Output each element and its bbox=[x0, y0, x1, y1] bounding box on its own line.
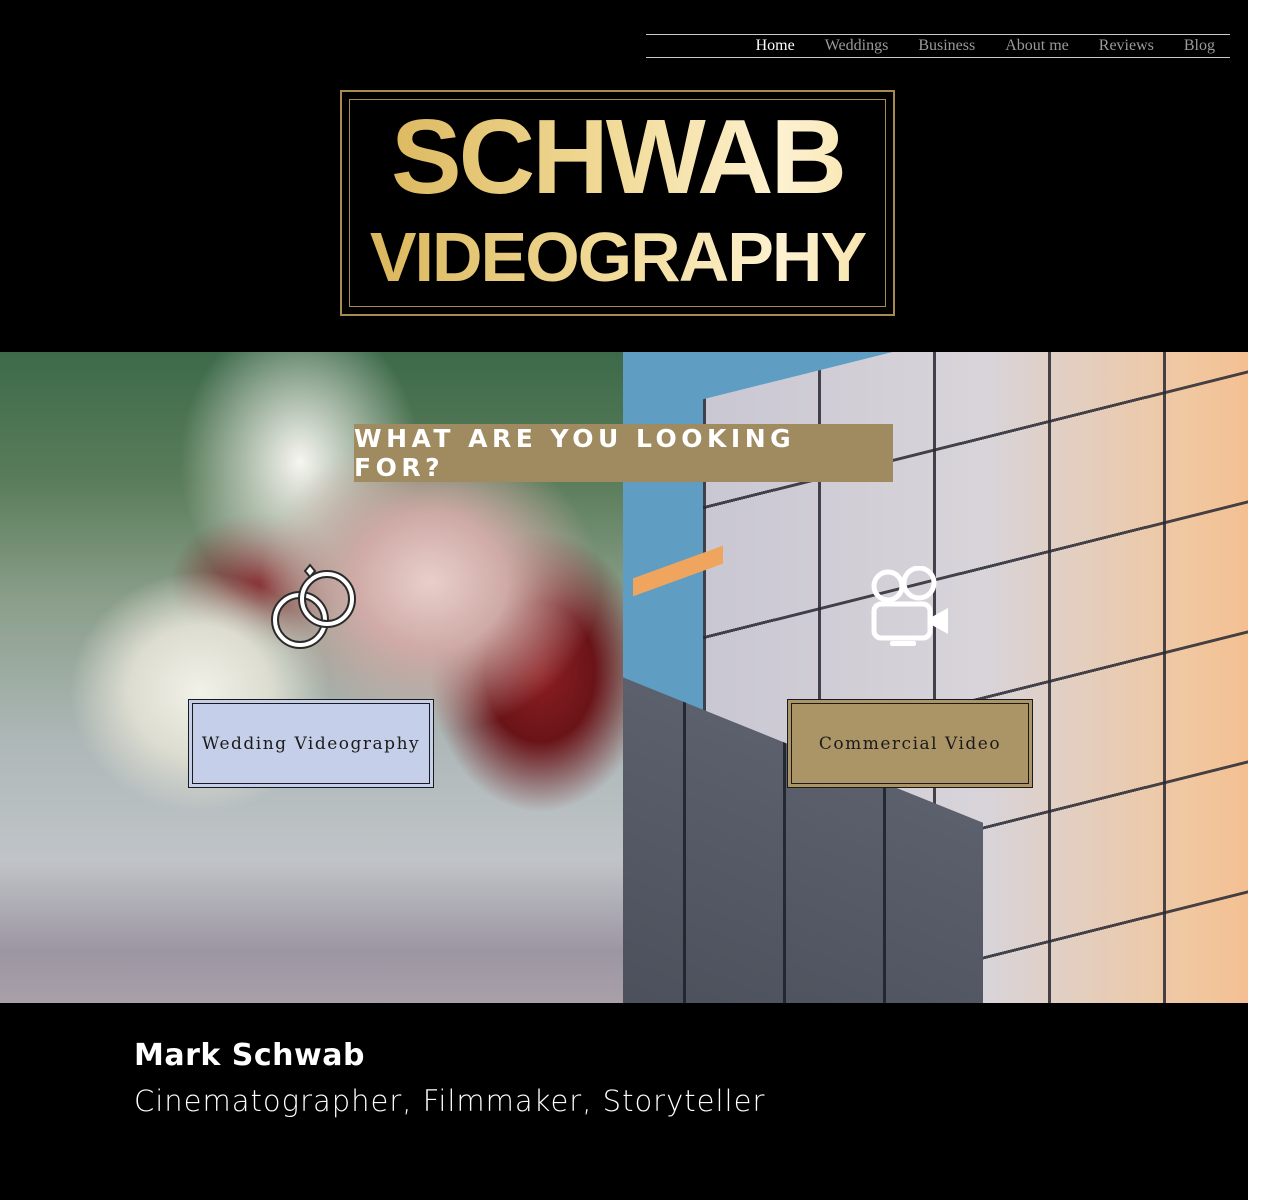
nav-item-weddings[interactable]: Weddings bbox=[825, 35, 889, 57]
owner-name: Mark Schwab bbox=[134, 1038, 365, 1073]
page-edge-strip bbox=[1248, 0, 1280, 1200]
nav-item-home[interactable]: Home bbox=[756, 35, 795, 57]
nav-item-blog[interactable]: Blog bbox=[1184, 35, 1215, 57]
owner-tagline: Cinematographer, Filmmaker, Storyteller bbox=[134, 1084, 766, 1118]
nav-item-about-me[interactable]: About me bbox=[1005, 35, 1069, 57]
logo-line-videography: VIDEOGRAPHY bbox=[342, 218, 893, 296]
nav-item-reviews[interactable]: Reviews bbox=[1099, 35, 1154, 57]
site-logo[interactable]: SCHWAB VIDEOGRAPHY bbox=[340, 90, 895, 316]
hero-title: WHAT ARE YOU LOOKING FOR? bbox=[354, 424, 893, 482]
commercial-video-button[interactable]: Commercial Video bbox=[787, 699, 1033, 788]
wedding-videography-button[interactable]: Wedding Videography bbox=[188, 699, 434, 788]
wedding-videography-button-label: Wedding Videography bbox=[192, 703, 430, 784]
movie-camera-icon bbox=[871, 566, 948, 646]
nav-item-business[interactable]: Business bbox=[918, 35, 975, 57]
hero-section: WHAT ARE YOU LOOKING FOR? Wedding Videog… bbox=[0, 352, 1248, 1003]
commercial-video-button-label: Commercial Video bbox=[791, 703, 1029, 784]
logo-line-schwab: SCHWAB bbox=[342, 102, 893, 212]
main-nav: Home Weddings Business About me Reviews … bbox=[646, 34, 1230, 58]
wedding-rings-icon bbox=[271, 563, 356, 649]
